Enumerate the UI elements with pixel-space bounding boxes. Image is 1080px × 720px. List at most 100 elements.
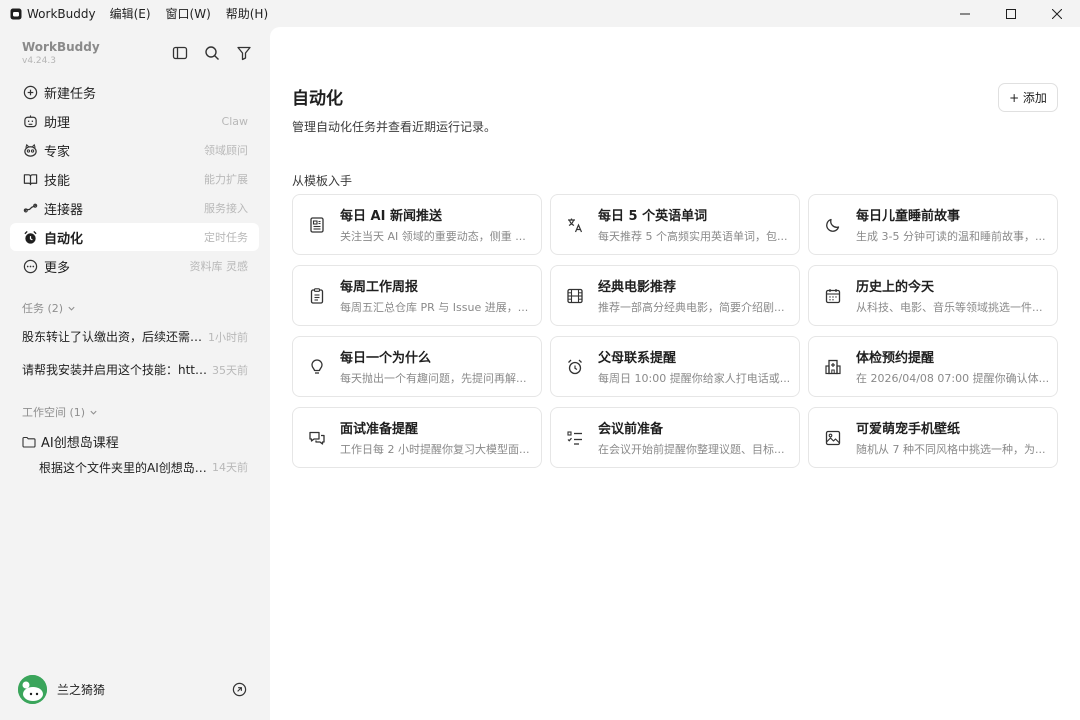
card-title: 每日 AI 新闻推送 <box>340 209 442 224</box>
more-icon <box>22 258 38 274</box>
task-text: 股东转让了认缴出资，后续还需要... <box>22 330 208 344</box>
folder-icon <box>22 436 36 448</box>
card-title: 每日儿童睡前故事 <box>856 209 961 224</box>
nav-automation[interactable]: 自动化 定时任务 <box>10 223 259 251</box>
card-title: 每日 5 个英语单词 <box>598 209 708 224</box>
nav-label: 更多 <box>44 260 71 276</box>
template-card[interactable]: 每周工作周报 每周五汇总仓库 PR 与 Issue 进展，... <box>292 265 542 326</box>
chat-icon <box>308 429 326 447</box>
card-desc: 从科技、电影、音乐等领域挑选一件... <box>856 301 1043 314</box>
close-button[interactable] <box>1034 0 1080 27</box>
news-icon <box>308 216 326 234</box>
search-button[interactable] <box>203 44 221 62</box>
task-time: 35天前 <box>212 363 248 377</box>
nav-label: 自动化 <box>44 231 84 247</box>
card-desc: 在会议开始前提醒你整理议题、目标... <box>598 443 785 456</box>
workspace-header-label: 工作空间 (1) <box>22 406 86 419</box>
close-icon <box>1052 8 1062 19</box>
plus-circle-icon <box>22 84 38 100</box>
template-card[interactable]: 历史上的今天从科技、电影、音乐等领域挑选一件... <box>808 265 1058 326</box>
workspace-file-text: 根据这个文件夹里的AI创想岛课... <box>39 461 212 475</box>
workspace-header[interactable]: 工作空间 (1) <box>22 404 98 420</box>
translate-icon <box>566 216 584 234</box>
nav-more[interactable]: 更多 资料库 灵感 <box>10 252 259 280</box>
nav-skills[interactable]: 技能 能力扩展 <box>10 165 259 193</box>
card-title: 体检预约提醒 <box>856 351 935 366</box>
nav-connectors[interactable]: 连接器 服务接入 <box>10 194 259 222</box>
card-desc: 每天抛出一个有趣问题，先提问再解... <box>340 372 527 385</box>
alarm-clock-icon <box>566 358 584 376</box>
expert-icon <box>22 142 38 158</box>
card-desc: 关注当天 AI 领域的重要动态，侧重 ... <box>340 230 526 243</box>
link-settings-icon[interactable] <box>232 682 247 697</box>
menu-edit[interactable]: 编辑(E) <box>110 5 151 22</box>
app-title: WorkBuddy <box>27 6 96 21</box>
sidebar: WorkBuddy v4.24.3 新建任务 助理 Claw 专家 领域顾问 技… <box>0 27 270 720</box>
workspace-file[interactable]: 根据这个文件夹里的AI创想岛课... 14天前 <box>39 459 248 476</box>
calendar-icon <box>824 287 842 305</box>
template-card[interactable]: 可爱萌宠手机壁纸 随机从 7 种不同风格中挑选一种，为... <box>808 407 1058 468</box>
brand: WorkBuddy v4.24.3 <box>22 40 100 66</box>
template-card[interactable]: 每日一个为什么每天抛出一个有趣问题，先提问再解... <box>292 336 542 397</box>
card-desc: 在 2026/04/08 07:00 提醒你确认体... <box>856 372 1050 385</box>
connector-icon <box>22 200 38 216</box>
card-title: 可爱萌宠手机壁纸 <box>856 422 961 437</box>
menu-help[interactable]: 帮助(H) <box>226 5 268 22</box>
alarm-icon <box>22 229 38 245</box>
page-title: 自动化 <box>292 89 343 109</box>
filter-icon <box>237 46 251 61</box>
workspace-folder[interactable]: AI创想岛课程 <box>22 432 119 451</box>
assistant-icon <box>22 113 38 129</box>
nav-hint: 服务接入 <box>204 202 248 215</box>
add-button[interactable]: + 添加 <box>998 83 1058 112</box>
template-card[interactable]: 体检预约提醒在 2026/04/08 07:00 提醒你确认体... <box>808 336 1058 397</box>
card-desc: 每周日 10:00 提醒你给家人打电话或... <box>598 372 791 385</box>
book-icon <box>22 171 38 187</box>
main-panel: 自动化 管理自动化任务并查看近期运行记录。 + 添加 从模板入手 每日 AI 新… <box>270 27 1080 720</box>
moon-icon <box>824 216 842 234</box>
template-card[interactable]: 面试准备提醒 工作日每 2 小时提醒你复习大模型面... <box>292 407 542 468</box>
title-bar: WorkBuddy 编辑(E) 窗口(W) 帮助(H) <box>0 0 1080 27</box>
nav-label: 助理 <box>44 115 71 131</box>
checklist-icon <box>566 429 584 447</box>
window-controls <box>942 0 1080 27</box>
card-title: 历史上的今天 <box>856 280 935 295</box>
maximize-button[interactable] <box>988 0 1034 27</box>
card-title: 每周工作周报 <box>340 280 419 295</box>
tasks-header[interactable]: 任务 (2) <box>22 300 76 316</box>
brand-name: WorkBuddy <box>22 40 100 54</box>
maximize-icon <box>1006 8 1016 19</box>
card-title: 父母联系提醒 <box>598 351 677 366</box>
card-title: 每日一个为什么 <box>340 351 432 366</box>
template-card[interactable]: 会议前准备 在会议开始前提醒你整理议题、目标... <box>550 407 800 468</box>
sidebar-nav: 新建任务 助理 Claw 专家 领域顾问 技能 能力扩展 连接器 服务接入 自动… <box>10 78 259 281</box>
nav-label: 新建任务 <box>44 86 97 102</box>
template-card[interactable]: 每日 5 个英语单词每天推荐 5 个高频实用英语单词，包... <box>550 194 800 255</box>
clipboard-icon <box>308 287 326 305</box>
card-desc: 工作日每 2 小时提醒你复习大模型面... <box>340 443 530 456</box>
avatar <box>18 675 47 704</box>
tasks-header-label: 任务 (2) <box>22 302 64 315</box>
template-card[interactable]: 每日 AI 新闻推送关注当天 AI 领域的重要动态，侧重 ... <box>292 194 542 255</box>
task-item[interactable]: 请帮我安装并启用这个技能：https:... 35天前 <box>22 361 248 378</box>
nav-new-task[interactable]: 新建任务 <box>10 78 259 106</box>
menu-window[interactable]: 窗口(W) <box>166 5 211 22</box>
task-item[interactable]: 股东转让了认缴出资，后续还需要... 1小时前 <box>22 328 248 345</box>
chevron-down-icon <box>90 410 97 415</box>
sidebar-tools <box>171 44 253 62</box>
nav-assistant[interactable]: 助理 Claw <box>10 107 259 135</box>
task-text: 请帮我安装并启用这个技能：https:... <box>22 363 210 377</box>
nav-expert[interactable]: 专家 领域顾问 <box>10 136 259 164</box>
toggle-sidebar-button[interactable] <box>171 44 189 62</box>
nav-hint: 资料库 灵感 <box>189 260 249 273</box>
template-card[interactable]: 每日儿童睡前故事 生成 3-5 分钟可读的温和睡前故事，... <box>808 194 1058 255</box>
card-desc: 每天推荐 5 个高频实用英语单词，包... <box>598 230 788 243</box>
workspace-file-time: 14天前 <box>212 461 248 474</box>
filter-button[interactable] <box>235 44 253 62</box>
sidebar-panel-icon <box>172 46 188 60</box>
minimize-button[interactable] <box>942 0 988 27</box>
hospital-icon <box>824 358 842 376</box>
template-card[interactable]: 父母联系提醒每周日 10:00 提醒你给家人打电话或... <box>550 336 800 397</box>
template-card[interactable]: 经典电影推荐 推荐一部高分经典电影，简要介绍剧... <box>550 265 800 326</box>
user-profile[interactable]: 兰之猗猗 <box>18 675 105 704</box>
